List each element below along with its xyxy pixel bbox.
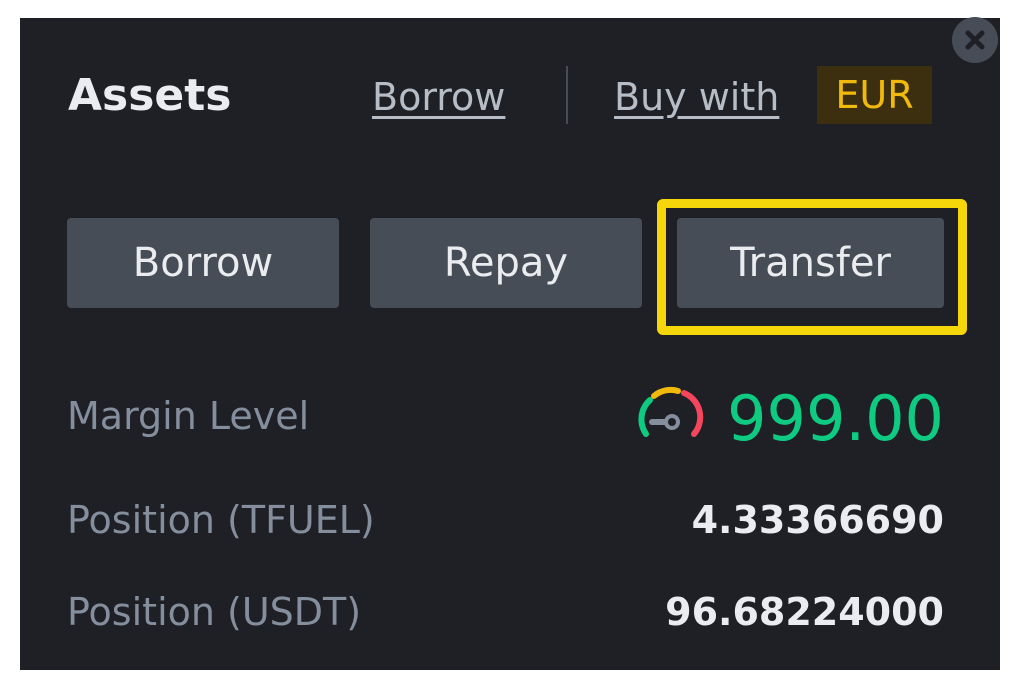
margin-level-label: Margin Level xyxy=(67,394,310,438)
position-tfuel-label: Position (TFUEL) xyxy=(67,498,375,542)
repay-button[interactable]: Repay xyxy=(370,218,642,308)
borrow-link[interactable]: Borrow xyxy=(372,72,505,122)
buy-with-link[interactable]: Buy with xyxy=(614,72,779,122)
assets-title: Assets xyxy=(68,70,232,121)
close-icon xyxy=(965,30,985,50)
margin-level-value: 999.00 xyxy=(727,382,944,455)
position-usdt-value: 96.68224000 xyxy=(665,590,944,634)
borrow-button[interactable]: Borrow xyxy=(67,218,339,308)
position-usdt-label: Position (USDT) xyxy=(67,590,362,634)
close-button[interactable] xyxy=(952,17,998,63)
assets-header: Assets Borrow Buy with EUR xyxy=(20,18,1000,178)
transfer-button[interactable]: Transfer xyxy=(677,218,944,308)
position-tfuel-value: 4.33366690 xyxy=(691,498,944,542)
margin-gauge-icon xyxy=(632,378,708,454)
header-divider xyxy=(566,66,568,124)
currency-badge[interactable]: EUR xyxy=(817,66,932,124)
assets-panel: Assets Borrow Buy with EUR Borrow Repay … xyxy=(20,18,1000,670)
